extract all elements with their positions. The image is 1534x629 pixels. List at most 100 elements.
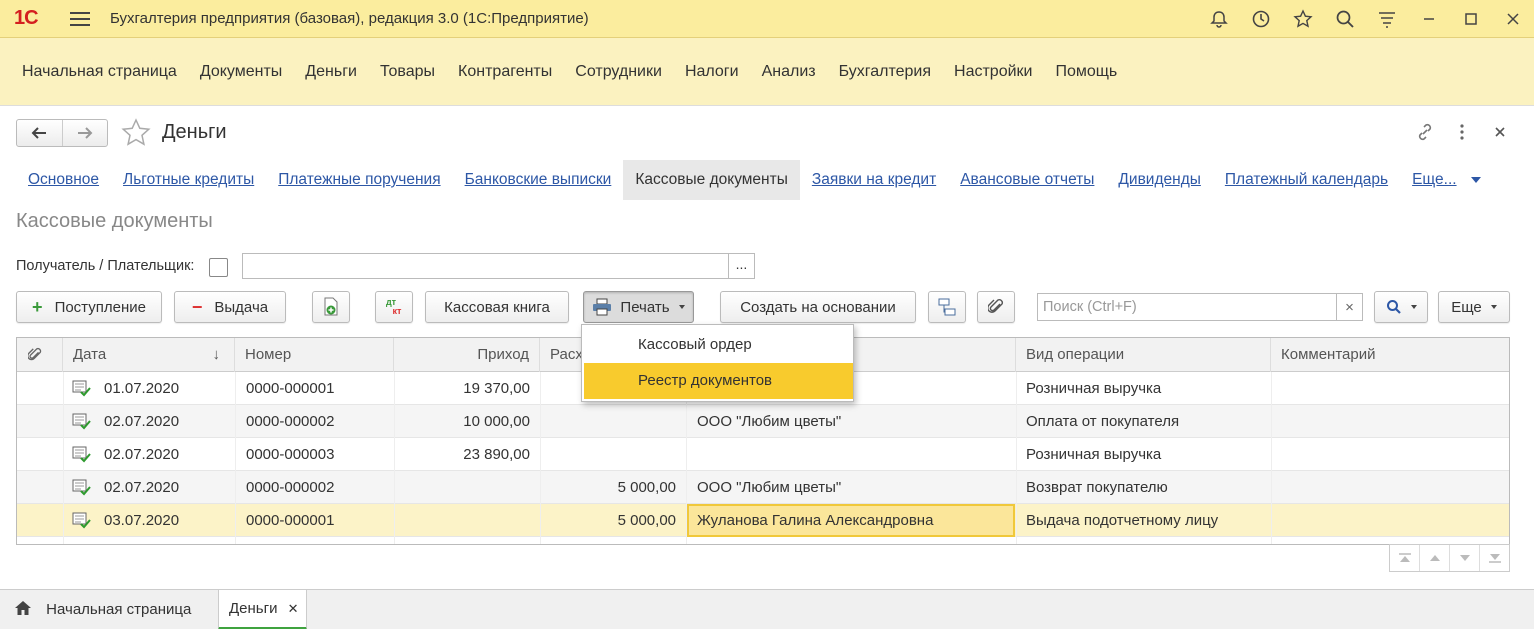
- tab-bank-statements[interactable]: Банковские выписки: [453, 160, 624, 200]
- bottom-tab-home[interactable]: Начальная страница: [0, 590, 218, 629]
- close-icon[interactable]: [1492, 0, 1534, 38]
- print-button[interactable]: Печать: [583, 291, 694, 323]
- bottom-tab-money-label: Деньги: [229, 600, 278, 617]
- section-home[interactable]: Начальная страница: [22, 63, 177, 81]
- section-counterparties[interactable]: Контрагенты: [458, 63, 552, 81]
- scroll-up-button[interactable]: [1420, 545, 1450, 571]
- tab-main[interactable]: Основное: [16, 160, 111, 200]
- search-input[interactable]: Поиск (Ctrl+F): [1037, 293, 1337, 321]
- list-title: Кассовые документы: [16, 210, 213, 232]
- cash-book-button[interactable]: Кассовая книга: [425, 291, 569, 323]
- search-button[interactable]: [1374, 291, 1428, 323]
- attach-file-button[interactable]: [977, 291, 1015, 323]
- form-tabs: Основное Льготные кредиты Платежные пору…: [16, 160, 1493, 200]
- menu-item-cash-order[interactable]: Кассовый ордер: [584, 327, 853, 363]
- section-documents[interactable]: Документы: [200, 63, 282, 81]
- search-clear-button[interactable]: ×: [1336, 293, 1363, 321]
- header-date[interactable]: Дата ↓: [63, 338, 235, 372]
- section-employees[interactable]: Сотрудники: [575, 63, 662, 81]
- tab-loans[interactable]: Льготные кредиты: [111, 160, 266, 200]
- dropdown-arrow-icon: [1490, 305, 1497, 309]
- dropdown-arrow-icon: [678, 305, 685, 309]
- search-icon[interactable]: [1324, 0, 1366, 38]
- scroll-down-button[interactable]: [1450, 545, 1480, 571]
- close-tab-icon[interactable]: ✕: [288, 601, 299, 616]
- bottom-tab-money[interactable]: Деньги ✕: [218, 590, 307, 629]
- link-icon[interactable]: [1411, 119, 1439, 145]
- section-money[interactable]: Деньги: [305, 63, 357, 81]
- column-divider: [235, 372, 236, 544]
- scroll-top-button[interactable]: [1390, 545, 1420, 571]
- table-row[interactable]: 02.07.2020 0000-000003 23 890,00 Розничн…: [17, 438, 1509, 471]
- table-row[interactable]: 02.07.2020 0000-000002 5 000,00 ООО "Люб…: [17, 471, 1509, 504]
- dt-kt-button[interactable]: дт кт: [375, 291, 413, 323]
- tab-advance-reports[interactable]: Авансовые отчеты: [948, 160, 1106, 200]
- app-logo: 1С: [14, 7, 39, 29]
- bell-icon[interactable]: [1198, 0, 1240, 38]
- create-based-on-button[interactable]: Создать на основании: [720, 291, 916, 323]
- cell-income: 23 890,00: [463, 446, 530, 463]
- receipt-button-label: Поступление: [54, 298, 146, 316]
- more-actions-icon[interactable]: [1448, 119, 1476, 145]
- cell-counterparty-current[interactable]: Жуланова Галина Александровна: [687, 504, 1015, 537]
- tab-more[interactable]: Еще...: [1400, 160, 1492, 200]
- tab-more-label: Еще...: [1412, 171, 1457, 188]
- sort-descending-icon: ↓: [212, 346, 221, 363]
- structure-button[interactable]: [928, 291, 966, 323]
- tab-dividends[interactable]: Дивиденды: [1106, 160, 1212, 200]
- table-row[interactable]: 02.07.2020 0000-000002 10 000,00 ООО "Лю…: [17, 405, 1509, 438]
- bottom-tab-home-label: Начальная страница: [46, 601, 192, 618]
- column-divider: [1271, 372, 1272, 544]
- menu-item-documents-register[interactable]: Реестр документов: [584, 363, 853, 399]
- maximize-icon[interactable]: [1450, 0, 1492, 38]
- cell-expense: [540, 438, 676, 471]
- posted-document-icon: [72, 446, 91, 463]
- forward-button[interactable]: [61, 120, 108, 146]
- main-menu-button[interactable]: [68, 9, 92, 29]
- section-accounting[interactable]: Бухгалтерия: [839, 63, 931, 81]
- minimize-icon[interactable]: [1408, 0, 1450, 38]
- favorite-star-icon[interactable]: [120, 117, 152, 149]
- back-button[interactable]: [17, 120, 62, 146]
- column-divider: [1016, 372, 1017, 544]
- star-icon[interactable]: [1282, 0, 1324, 38]
- copy-button[interactable]: [312, 291, 350, 323]
- table-row-selected[interactable]: 03.07.2020 0000-000001 5 000,00 Жуланова…: [17, 504, 1509, 537]
- section-help[interactable]: Помощь: [1055, 63, 1117, 81]
- header-income[interactable]: Приход: [394, 338, 540, 372]
- table-scroll-buttons: [1389, 544, 1510, 572]
- settings-icon[interactable]: [1366, 0, 1408, 38]
- tab-cash-documents[interactable]: Кассовые документы: [623, 160, 800, 200]
- close-form-icon[interactable]: [1486, 119, 1514, 145]
- print-menu: Кассовый ордер Реестр документов: [581, 324, 854, 402]
- section-taxes[interactable]: Налоги: [685, 63, 739, 81]
- section-goods[interactable]: Товары: [380, 63, 435, 81]
- form-content: Деньги Основное Льготные кредиты Платежн…: [0, 107, 1534, 589]
- scroll-bottom-button[interactable]: [1480, 545, 1509, 571]
- section-analysis[interactable]: Анализ: [762, 63, 816, 81]
- cell-counterparty: ООО "Любим цветы": [697, 479, 842, 496]
- issue-button[interactable]: − Выдача: [174, 291, 286, 323]
- history-icon[interactable]: [1240, 0, 1282, 38]
- counterparty-filter-input[interactable]: [242, 253, 728, 279]
- filter-select-button[interactable]: ...: [728, 253, 755, 279]
- cell-operation: Возврат покупателю: [1026, 479, 1168, 496]
- tab-payment-orders[interactable]: Платежные поручения: [266, 160, 452, 200]
- header-attachment[interactable]: [17, 338, 63, 372]
- header-operation[interactable]: Вид операции: [1016, 338, 1271, 372]
- cell-expense: [540, 405, 676, 438]
- cell-number: 0000-000002: [246, 413, 335, 430]
- tab-payment-calendar[interactable]: Платежный календарь: [1213, 160, 1400, 200]
- filter-checkbox[interactable]: [209, 258, 228, 277]
- scroll-up-icon: [1429, 555, 1440, 561]
- header-comment[interactable]: Комментарий: [1271, 338, 1509, 372]
- column-divider: [63, 372, 64, 544]
- document-structure-icon: [938, 298, 956, 316]
- section-settings[interactable]: Настройки: [954, 63, 1032, 81]
- more-button[interactable]: Еще: [1438, 291, 1510, 323]
- cell-income: 10 000,00: [463, 413, 530, 430]
- sections-panel: Начальная страница Документы Деньги Това…: [0, 38, 1534, 106]
- tab-credit-requests[interactable]: Заявки на кредит: [800, 160, 948, 200]
- receipt-button[interactable]: + Поступление: [16, 291, 162, 323]
- header-number[interactable]: Номер: [235, 338, 394, 372]
